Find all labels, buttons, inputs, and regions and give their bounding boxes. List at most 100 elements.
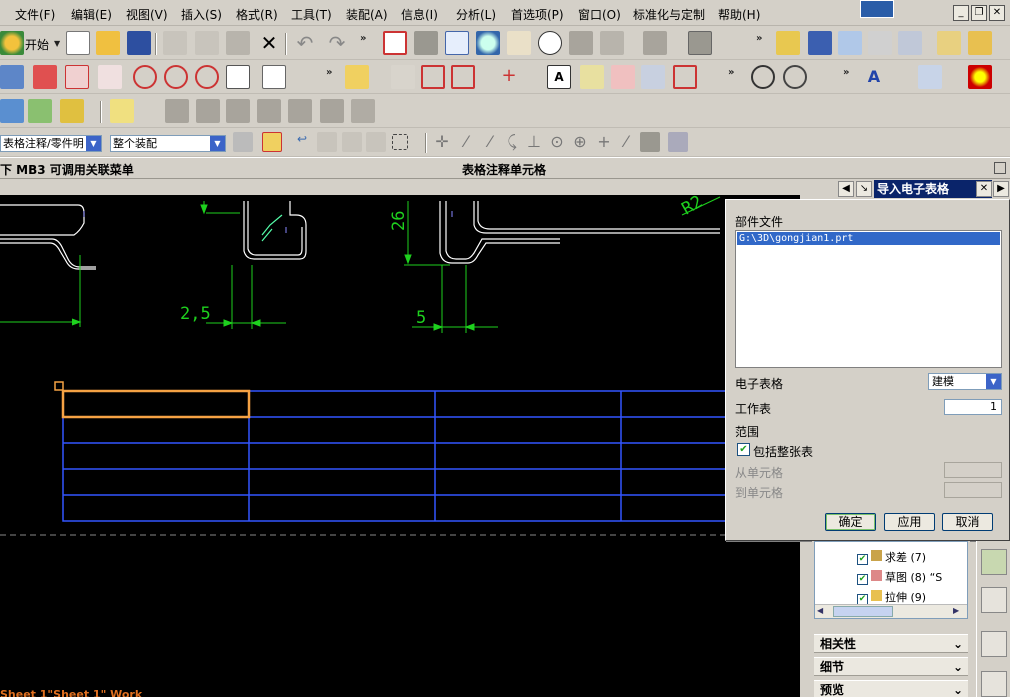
snap-point-icon[interactable]: ⊕ (570, 132, 590, 152)
half-section-icon[interactable] (164, 65, 188, 89)
gd-t-icon[interactable] (226, 99, 250, 123)
layer-icon[interactable] (776, 31, 800, 55)
visibility-checkbox[interactable]: ✔ (857, 574, 868, 585)
label-icon[interactable] (110, 99, 134, 123)
section-line-icon[interactable] (133, 65, 157, 89)
dimension-label[interactable]: 5 (416, 308, 426, 328)
table-origin-handle[interactable] (54, 381, 64, 391)
section-view-icon[interactable] (643, 31, 667, 55)
minimize-icon[interactable]: _ (953, 5, 969, 21)
dimension-icon[interactable] (345, 65, 369, 89)
close-icon[interactable]: ✕ (989, 5, 1005, 21)
select-tool-icon[interactable] (342, 132, 362, 152)
apply-button[interactable]: 应用 (884, 513, 935, 531)
chevron-down-icon[interactable]: ▼ (86, 136, 101, 151)
utility-symbol-icon[interactable]: + (497, 65, 521, 89)
scope-select[interactable]: 整个装配 ▼ (110, 135, 226, 152)
part-file-list[interactable]: G:\3D\gongjian1.prt (735, 230, 1002, 368)
select-tool-icon[interactable] (366, 132, 386, 152)
select-tool-icon[interactable] (317, 132, 337, 152)
snap-point-icon[interactable]: + (594, 132, 614, 152)
update-view-icon[interactable] (262, 65, 286, 89)
selected-table-cell[interactable] (61, 389, 251, 419)
menu-file[interactable]: 文件(F) (15, 6, 55, 23)
snap-point-icon[interactable]: ⊥ (524, 132, 544, 152)
zoom-area-icon[interactable] (445, 31, 469, 55)
toolbar-overflow-icon[interactable]: » (360, 33, 366, 44)
snap-point-icon[interactable]: ⊙ (547, 132, 567, 152)
zoom-window-icon[interactable] (414, 31, 438, 55)
paste-icon[interactable] (226, 31, 250, 55)
chevron-down-icon[interactable]: ⌄ (950, 659, 966, 675)
revolved-section-icon[interactable] (195, 65, 219, 89)
menu-insert[interactable]: 插入(S) (181, 6, 222, 23)
worksheet-input[interactable]: 1 (944, 399, 1002, 415)
color-icon[interactable] (968, 65, 992, 89)
radius-icon[interactable] (391, 65, 415, 89)
pin-icon[interactable]: ↘ (856, 181, 872, 197)
chevron-right-icon[interactable]: ▶ (953, 606, 965, 617)
snap-point-icon[interactable]: ✛ (432, 132, 452, 152)
chevron-down-icon[interactable]: ⌄ (950, 636, 966, 652)
part-snap-icon[interactable] (668, 132, 688, 152)
snap-point-icon[interactable]: ⁄ (480, 132, 500, 152)
rectangle-select-icon[interactable] (392, 134, 408, 150)
center-mark-icon[interactable] (751, 65, 775, 89)
datum-icon[interactable] (611, 65, 635, 89)
drawing-icon[interactable] (0, 65, 24, 89)
filter-icon[interactable] (233, 132, 253, 152)
menu-format[interactable]: 格式(R) (236, 6, 278, 23)
menu-tools[interactable]: 工具(T) (291, 6, 332, 23)
base-view-icon[interactable] (33, 65, 57, 89)
ordinate-icon[interactable] (451, 65, 475, 89)
menu-assembly[interactable]: 装配(A) (346, 6, 388, 23)
horizontal-scrollbar[interactable]: ◀ ▶ (815, 604, 967, 618)
projected-view-icon[interactable] (65, 65, 89, 89)
break-view-icon[interactable] (226, 65, 250, 89)
menu-window[interactable]: 窗口(O) (578, 6, 621, 23)
gd-t-icon[interactable] (196, 99, 220, 123)
start-dropdown-icon[interactable]: ▼ (54, 39, 60, 48)
open-folder-icon[interactable] (96, 31, 120, 55)
toolbar-overflow-icon[interactable]: » (326, 67, 332, 78)
gd-t-icon[interactable] (257, 99, 281, 123)
new-file-icon[interactable] (66, 31, 90, 55)
type-filter-select[interactable]: 表格注释/零件明 ▼ (0, 135, 102, 152)
gd-t-icon[interactable] (165, 99, 189, 123)
bolt-circle-icon[interactable] (783, 65, 807, 89)
document-icon[interactable] (981, 671, 1007, 697)
table-icon[interactable] (351, 99, 375, 123)
surface-finish-icon[interactable] (673, 65, 697, 89)
menu-analysis[interactable]: 分析(L) (456, 6, 496, 23)
show-hide-icon[interactable] (898, 31, 922, 55)
include-whole-checkbox[interactable]: ✔ (737, 443, 750, 456)
part-file-item[interactable]: G:\3D\gongjian1.prt (737, 232, 1000, 245)
gd-t-icon[interactable] (288, 99, 312, 123)
shaded-icon[interactable] (569, 31, 593, 55)
undo-icon[interactable]: ↶ (293, 31, 317, 55)
dimension-label[interactable]: R2 (679, 195, 707, 219)
save-icon[interactable] (127, 31, 151, 55)
menu-view[interactable]: 视图(V) (126, 6, 168, 23)
text-style-icon[interactable]: A (862, 65, 886, 89)
menu-information[interactable]: 信息(I) (401, 6, 438, 23)
dependencies-panel[interactable]: 相关性 ⌄ (814, 634, 968, 653)
menu-preferences[interactable]: 首选项(P) (511, 6, 564, 23)
snap-point-icon[interactable]: ⁄ (456, 132, 476, 152)
start-icon[interactable] (0, 31, 24, 55)
details-panel[interactable]: 细节 ⌄ (814, 657, 968, 676)
menu-edit[interactable]: 编辑(E) (71, 6, 112, 23)
select-icon[interactable] (808, 31, 832, 55)
pointer-icon[interactable] (868, 31, 892, 55)
visibility-checkbox[interactable]: ✔ (857, 554, 868, 565)
background-icon[interactable] (688, 31, 712, 55)
copy-icon[interactable] (195, 31, 219, 55)
toolbar-overflow-icon[interactable]: » (756, 33, 762, 44)
roles-icon[interactable] (981, 549, 1007, 575)
angle-icon[interactable] (421, 65, 445, 89)
history-icon[interactable] (981, 587, 1007, 613)
preview-panel[interactable]: 预览 ⌄ (814, 680, 968, 697)
view-orient-icon[interactable] (600, 31, 624, 55)
rotate-icon[interactable] (538, 31, 562, 55)
chevron-down-icon[interactable]: ⌄ (950, 682, 966, 697)
